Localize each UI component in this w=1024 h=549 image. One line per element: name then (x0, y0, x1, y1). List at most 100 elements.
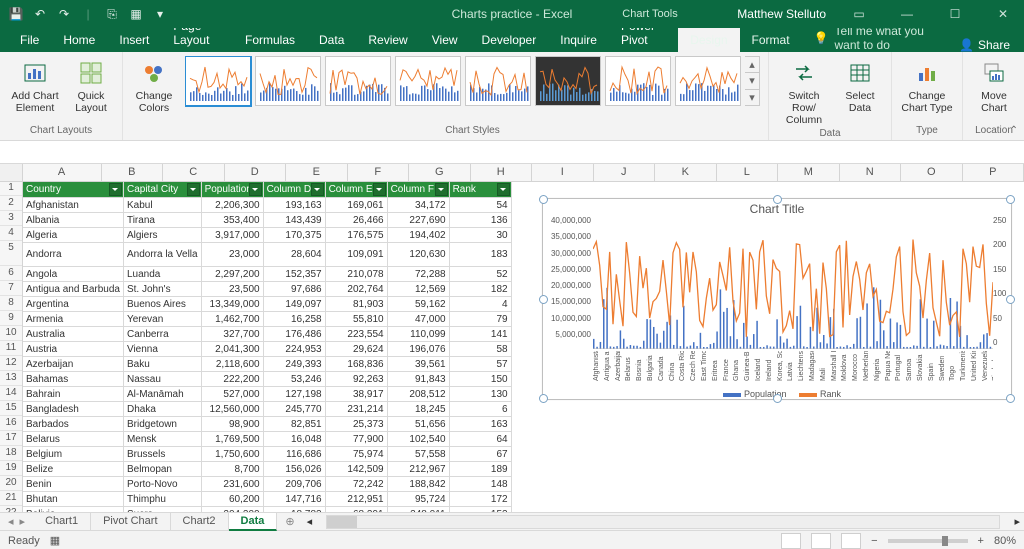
cell[interactable]: 141 (449, 327, 511, 342)
row-header-11[interactable]: 11 (0, 341, 22, 356)
col-header-M[interactable]: M (778, 164, 840, 181)
cell[interactable]: 97,686 (263, 282, 325, 297)
col-header-A[interactable]: A (22, 164, 101, 181)
col-header-E[interactable]: E (286, 164, 348, 181)
cell[interactable]: 12,560,000 (201, 402, 263, 417)
change-chart-type-button[interactable]: Change Chart Type (900, 56, 954, 114)
filter-icon[interactable] (373, 183, 386, 196)
data-table[interactable]: CountryCapital CityPopulationColumn DCol… (22, 181, 512, 512)
cell[interactable]: 8,700 (201, 462, 263, 477)
cell[interactable]: Bridgetown (123, 417, 201, 432)
cell[interactable]: 23,000 (201, 243, 263, 267)
cell[interactable]: 210,078 (325, 267, 387, 282)
cell[interactable]: 188,842 (387, 477, 449, 492)
cell[interactable]: Barbados (23, 417, 124, 432)
sheet-nav[interactable]: ◂▸ (0, 515, 33, 528)
cell[interactable]: 72,288 (387, 267, 449, 282)
filter-icon[interactable] (187, 183, 200, 196)
cell[interactable]: Mensk (123, 432, 201, 447)
cell[interactable]: 16,048 (263, 432, 325, 447)
cell[interactable]: 75,974 (325, 447, 387, 462)
zoom-thumb[interactable] (942, 536, 948, 546)
cell[interactable]: 231,600 (201, 477, 263, 492)
tab-file[interactable]: File (8, 28, 51, 52)
table-row[interactable]: BhutanThimphu60,200147,716212,95195,7241… (23, 492, 512, 507)
cell[interactable]: 52 (449, 267, 511, 282)
cell[interactable]: 245,770 (263, 402, 325, 417)
sheet-tab-data[interactable]: Data (229, 513, 278, 531)
collapse-ribbon-icon[interactable]: ⌃ (1010, 125, 1018, 136)
row-header-21[interactable]: 21 (0, 491, 22, 506)
minimize-icon[interactable]: — (892, 7, 922, 21)
tab-inquire[interactable]: Inquire (548, 28, 609, 52)
cell[interactable]: 227,690 (387, 213, 449, 228)
cell[interactable]: 59,162 (387, 297, 449, 312)
cell[interactable]: Andorra la Vella (123, 243, 201, 267)
row-header-9[interactable]: 9 (0, 311, 22, 326)
table-header-6[interactable]: Rank (449, 182, 511, 198)
cell[interactable]: 29,624 (325, 342, 387, 357)
resize-handle-s[interactable] (773, 394, 782, 403)
switch-row-column-button[interactable]: Switch Row/ Column (777, 56, 831, 126)
cell[interactable]: 176,575 (325, 228, 387, 243)
cell[interactable]: 12,569 (387, 282, 449, 297)
cell[interactable]: 4 (449, 297, 511, 312)
cell[interactable]: 6 (449, 402, 511, 417)
cell[interactable]: Dhaka (123, 402, 201, 417)
cell[interactable]: 170,375 (263, 228, 325, 243)
cell[interactable]: Antigua and Barbuda (23, 282, 124, 297)
cell[interactable]: Belgium (23, 447, 124, 462)
table-row[interactable]: BahrainAl-Manāmah527,000127,19838,917208… (23, 387, 512, 402)
cell[interactable]: 116,686 (263, 447, 325, 462)
table-row[interactable]: AngolaLuanda2,297,200152,357210,07872,28… (23, 267, 512, 282)
qat-icon-2[interactable]: ▦ (128, 6, 144, 22)
filter-icon[interactable] (249, 183, 262, 196)
cell[interactable]: St. John's (123, 282, 201, 297)
cell[interactable]: 231,214 (325, 402, 387, 417)
cell[interactable]: 1,769,500 (201, 432, 263, 447)
row-header-16[interactable]: 16 (0, 416, 22, 431)
chart-style-6[interactable] (535, 56, 601, 106)
cell[interactable]: 18,245 (387, 402, 449, 417)
sheet-tab-chart1[interactable]: Chart1 (33, 513, 91, 531)
view-normal-icon[interactable] (781, 533, 801, 549)
cell[interactable]: 196,076 (387, 342, 449, 357)
table-row[interactable]: BelizeBelmopan8,700156,026142,509212,967… (23, 462, 512, 477)
table-row[interactable]: AustriaVienna2,041,300224,95329,624196,0… (23, 342, 512, 357)
cell[interactable]: 58 (449, 342, 511, 357)
col-header-J[interactable]: J (594, 164, 656, 181)
cell[interactable]: Andorra (23, 243, 124, 267)
cell[interactable]: Armenia (23, 312, 124, 327)
add-chart-element-button[interactable]: Add Chart Element (8, 56, 62, 114)
cell[interactable]: 152 (449, 507, 511, 513)
scroll-track[interactable] (326, 515, 1000, 529)
cell[interactable]: Brussels (123, 447, 201, 462)
row-header-1[interactable]: 1 (0, 181, 22, 196)
table-row[interactable]: AfghanistanKabul2,206,300193,163169,0613… (23, 198, 512, 213)
row-header-4[interactable]: 4 (0, 226, 22, 241)
cell[interactable]: 34,172 (387, 198, 449, 213)
cell[interactable]: 102,540 (387, 432, 449, 447)
tab-insert[interactable]: Insert (107, 28, 161, 52)
cell[interactable]: Sucre (123, 507, 201, 513)
tab-format[interactable]: Format (740, 28, 802, 52)
table-row[interactable]: AzerbaijanBaku2,118,600249,393168,83639,… (23, 357, 512, 372)
cell[interactable]: Argentina (23, 297, 124, 312)
cell[interactable]: 3,917,000 (201, 228, 263, 243)
cell[interactable]: Canberra (123, 327, 201, 342)
scroll-left-icon[interactable]: ◂ (307, 515, 313, 528)
filter-icon[interactable] (311, 183, 324, 196)
sheet-nav-prev-icon[interactable]: ◂ (8, 515, 14, 528)
col-header-F[interactable]: F (348, 164, 410, 181)
cell[interactable]: Australia (23, 327, 124, 342)
cell[interactable]: 152,357 (263, 267, 325, 282)
table-row[interactable]: BoliviaSucre204,20018,78268,291248,01115… (23, 507, 512, 513)
col-header-H[interactable]: H (471, 164, 533, 181)
cell[interactable]: 82,851 (263, 417, 325, 432)
filter-icon[interactable] (497, 183, 510, 196)
resize-handle-ne[interactable] (1006, 195, 1015, 204)
cell[interactable]: 143,439 (263, 213, 325, 228)
cell[interactable]: Baku (123, 357, 201, 372)
cell[interactable]: 130 (449, 387, 511, 402)
cell[interactable]: Austria (23, 342, 124, 357)
